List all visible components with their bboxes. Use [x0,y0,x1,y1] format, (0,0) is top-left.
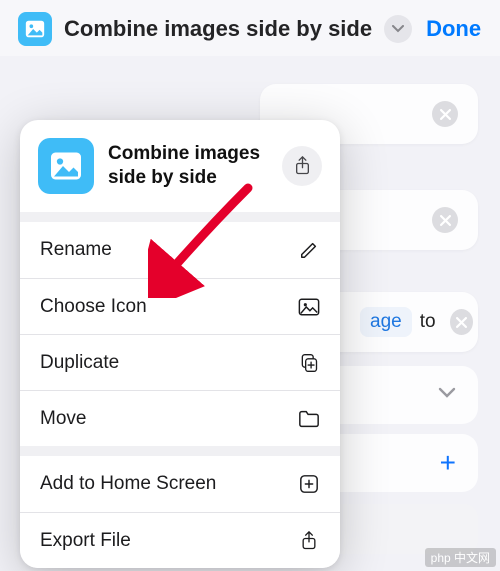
folder-icon [296,409,320,429]
image-icon [48,148,84,184]
menu-item-add-home[interactable]: Add to Home Screen [20,456,340,512]
menu-label: Duplicate [40,352,119,374]
menu-item-duplicate[interactable]: Duplicate [20,334,340,390]
picture-icon [296,297,320,317]
remove-action-button[interactable] [432,207,458,233]
menu-label: Move [40,408,86,430]
menu-label: Export File [40,530,131,552]
content-area: age to + Show Notification [0,56,500,76]
plus-box-icon [296,474,320,494]
menu-label: Choose Icon [40,296,147,318]
menu-header: Combine images side by side [20,120,340,212]
title-menu-toggle[interactable] [384,15,412,43]
menu-separator [20,446,340,456]
remove-action-button[interactable] [432,101,458,127]
menu-item-rename[interactable]: Rename [20,222,340,278]
remove-action-button[interactable] [450,309,473,335]
close-icon [440,215,451,226]
expand-chevron[interactable] [438,386,456,404]
menu-separator [20,212,340,222]
close-icon [440,109,451,120]
share-icon [294,156,311,176]
shortcut-app-icon [18,12,52,46]
export-icon [296,531,320,551]
menu-app-icon [38,138,94,194]
menu-label: Rename [40,239,112,261]
connector-text: to [420,311,436,333]
add-action-button[interactable]: + [440,449,456,477]
image-icon [24,18,46,40]
menu-item-export[interactable]: Export File [20,512,340,568]
menu-item-move[interactable]: Move [20,390,340,446]
menu-item-choose-icon[interactable]: Choose Icon [20,278,340,334]
share-button[interactable] [282,146,322,186]
menu-label: Add to Home Screen [40,473,216,495]
menu-title: Combine images side by side [108,142,268,190]
shortcut-title: Combine images side by side [64,16,372,42]
chevron-down-icon [438,387,456,399]
title-bar: Combine images side by side Done [0,0,500,56]
pencil-icon [296,240,320,260]
shortcut-context-menu: Combine images side by side Rename Choos… [20,120,340,568]
chevron-down-icon [392,25,404,33]
watermark: php 中文网 [425,548,496,567]
duplicate-icon [296,353,320,373]
done-button[interactable]: Done [424,16,483,42]
close-icon [456,317,467,328]
variable-pill[interactable]: age [360,307,412,337]
